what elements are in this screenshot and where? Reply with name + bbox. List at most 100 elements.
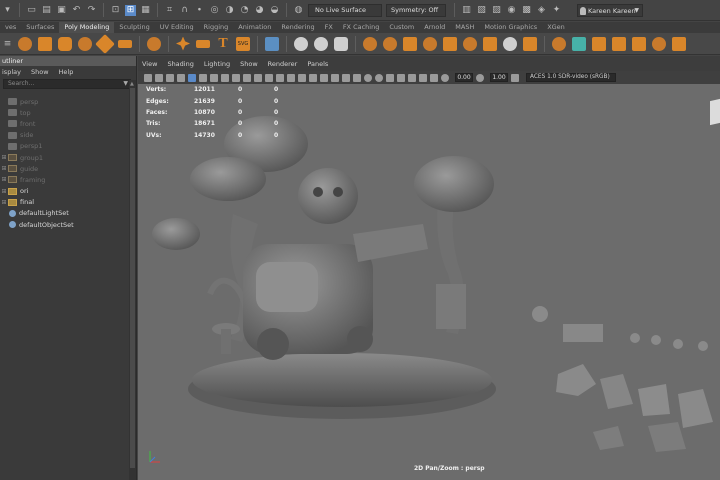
target-weld-icon[interactable] xyxy=(672,36,686,51)
select-camera-icon[interactable] xyxy=(144,73,152,82)
shelf-tab-poly-modeling[interactable]: Poly Modeling xyxy=(59,22,115,33)
select-object-icon[interactable]: ⊞ xyxy=(125,4,136,16)
gamma-icon[interactable] xyxy=(476,73,484,82)
mirror-icon[interactable] xyxy=(403,36,417,51)
outliner-item[interactable]: defaultObjectSet xyxy=(0,219,128,230)
outliner-item[interactable]: persp1 xyxy=(0,141,128,152)
wireframe-on-shaded-icon[interactable] xyxy=(309,73,317,82)
isolate-select-icon[interactable] xyxy=(397,73,405,82)
live-surface-icon[interactable]: ◍ xyxy=(293,5,304,16)
bevel-icon[interactable] xyxy=(612,36,626,51)
shelf-tab-arnold[interactable]: Arnold xyxy=(419,22,450,33)
expand-icon[interactable]: ⊞ xyxy=(0,199,8,206)
grid-icon[interactable] xyxy=(210,73,218,82)
shelf-tab-xgen[interactable]: XGen xyxy=(542,22,570,33)
shelf-tab-uv-editing[interactable]: UV Editing xyxy=(155,22,199,33)
outliner-item[interactable]: persp xyxy=(0,96,128,107)
arnold-icon[interactable]: ◈ xyxy=(536,5,547,16)
outliner-item[interactable]: ⊞ ori xyxy=(0,186,128,197)
depth-of-field-icon[interactable] xyxy=(386,73,394,82)
type-icon[interactable] xyxy=(265,36,279,51)
fill-hole-icon[interactable] xyxy=(523,36,537,51)
multi-cut-icon[interactable] xyxy=(652,36,666,51)
boolean-union-icon[interactable] xyxy=(363,36,377,51)
live-surface-field[interactable]: No Live Surface xyxy=(308,3,382,17)
outliner-menu-display[interactable]: isplay xyxy=(2,68,21,76)
shelf-tab-rendering[interactable]: Rendering xyxy=(276,22,319,33)
exposure-field[interactable]: 0.00 xyxy=(455,73,473,82)
shelf-tab-custom[interactable]: Custom xyxy=(384,22,419,33)
outliner-item[interactable]: side xyxy=(0,130,128,141)
expand-icon[interactable]: ⊞ xyxy=(0,165,8,172)
snap-surface-icon[interactable]: ◑ xyxy=(224,5,235,16)
viewport-menu-panels[interactable]: Panels xyxy=(307,60,328,68)
outliner-item[interactable]: ⊞ group1 xyxy=(0,152,128,163)
retopologize-icon[interactable] xyxy=(483,36,497,51)
separate-icon[interactable] xyxy=(314,36,328,51)
svg-icon[interactable]: SVG xyxy=(236,36,250,51)
snap-vertex-icon[interactable]: ◕ xyxy=(254,5,265,16)
ipr-render-icon[interactable]: ▧ xyxy=(476,5,487,16)
field-chart-icon[interactable] xyxy=(254,73,262,82)
combine-icon[interactable] xyxy=(294,36,308,51)
poly-cube-icon[interactable] xyxy=(38,36,52,51)
snap-uv-icon[interactable]: ◒ xyxy=(269,5,280,16)
expand-icon[interactable]: ⊞ xyxy=(0,154,8,161)
outliner-menu-show[interactable]: Show xyxy=(31,68,49,76)
shelf-tab-fx[interactable]: FX xyxy=(320,22,338,33)
select-component-icon[interactable]: ▦ xyxy=(140,5,151,16)
motion-blur-icon[interactable] xyxy=(364,73,372,82)
shelf-tab-fx-caching[interactable]: FX Caching xyxy=(338,22,385,33)
extrude-icon[interactable] xyxy=(552,36,566,51)
wireframe-icon[interactable] xyxy=(287,73,295,82)
text-icon[interactable]: T xyxy=(216,36,230,51)
poly-torus-icon[interactable] xyxy=(95,33,115,54)
viewport-menu-lighting[interactable]: Lighting xyxy=(204,60,230,68)
textured-icon[interactable] xyxy=(320,73,328,82)
shelf-tab-surfaces[interactable]: Surfaces xyxy=(21,22,59,33)
outliner-search-input[interactable]: Search... ▼ xyxy=(3,79,131,89)
smooth-shade-icon[interactable] xyxy=(298,73,306,82)
resolution-gate-icon[interactable] xyxy=(232,73,240,82)
viewport-menu-show[interactable]: Show xyxy=(240,60,258,68)
screen-space-ao-icon[interactable] xyxy=(353,73,361,82)
snap-view-icon[interactable]: ◎ xyxy=(209,5,220,16)
poly-cylinder-icon[interactable] xyxy=(58,36,72,51)
chevron-down-icon[interactable]: ▼ xyxy=(123,80,128,88)
shelf-menu-icon[interactable]: ≡ xyxy=(2,38,13,49)
shadows-icon[interactable] xyxy=(342,73,350,82)
snap-edge-icon[interactable]: ◔ xyxy=(239,5,250,16)
sculpt-icon[interactable] xyxy=(503,36,517,51)
film-gate-icon[interactable] xyxy=(221,73,229,82)
menu-set-dropdown-icon[interactable]: ▾ xyxy=(2,5,13,16)
exposure-icon[interactable] xyxy=(441,73,449,82)
append-polygon-icon[interactable] xyxy=(592,36,606,51)
render-settings-icon[interactable]: ▨ xyxy=(491,5,502,16)
expand-icon[interactable]: ⊞ xyxy=(0,176,8,183)
undo-icon[interactable]: ↶ xyxy=(71,5,82,16)
xray-joints-icon[interactable] xyxy=(419,73,427,82)
multisample-aa-icon[interactable] xyxy=(375,73,383,82)
shelf-tab-animation[interactable]: Animation xyxy=(233,22,276,33)
snap-curve-icon[interactable]: ∩ xyxy=(179,5,190,16)
viewport-menu-view[interactable]: View xyxy=(142,60,157,68)
camera-attributes-icon[interactable] xyxy=(155,73,163,82)
outliner-item[interactable]: front xyxy=(0,118,128,129)
pan-zoom-icon[interactable] xyxy=(188,73,196,82)
viewport-menu-renderer[interactable]: Renderer xyxy=(268,60,298,68)
gate-mask-icon[interactable] xyxy=(243,73,251,82)
reduce-icon[interactable] xyxy=(443,36,457,51)
save-scene-icon[interactable]: ▣ xyxy=(56,5,67,16)
outliner-menu-help[interactable]: Help xyxy=(59,68,74,76)
use-all-lights-icon[interactable] xyxy=(331,73,339,82)
image-plane-icon[interactable] xyxy=(177,73,185,82)
open-scene-icon[interactable]: ▤ xyxy=(41,5,52,16)
shelf-tab-rigging[interactable]: Rigging xyxy=(199,22,234,33)
super-shape-icon[interactable] xyxy=(196,39,210,48)
render-frame-icon[interactable]: ▥ xyxy=(461,5,472,16)
view-transform-dropdown[interactable]: ACES 1.0 SDR-video (sRGB) xyxy=(526,73,616,82)
viewport-canvas[interactable]: Verts: 12011 0 0 Edges: 21639 0 0 Faces: 10870 0 0 T… xyxy=(138,84,720,480)
shelf-tab-sculpting[interactable]: Sculpting xyxy=(114,22,154,33)
grease-pencil-icon[interactable] xyxy=(199,73,207,82)
shelf-tab-motion-graphics[interactable]: Motion Graphics xyxy=(479,22,542,33)
